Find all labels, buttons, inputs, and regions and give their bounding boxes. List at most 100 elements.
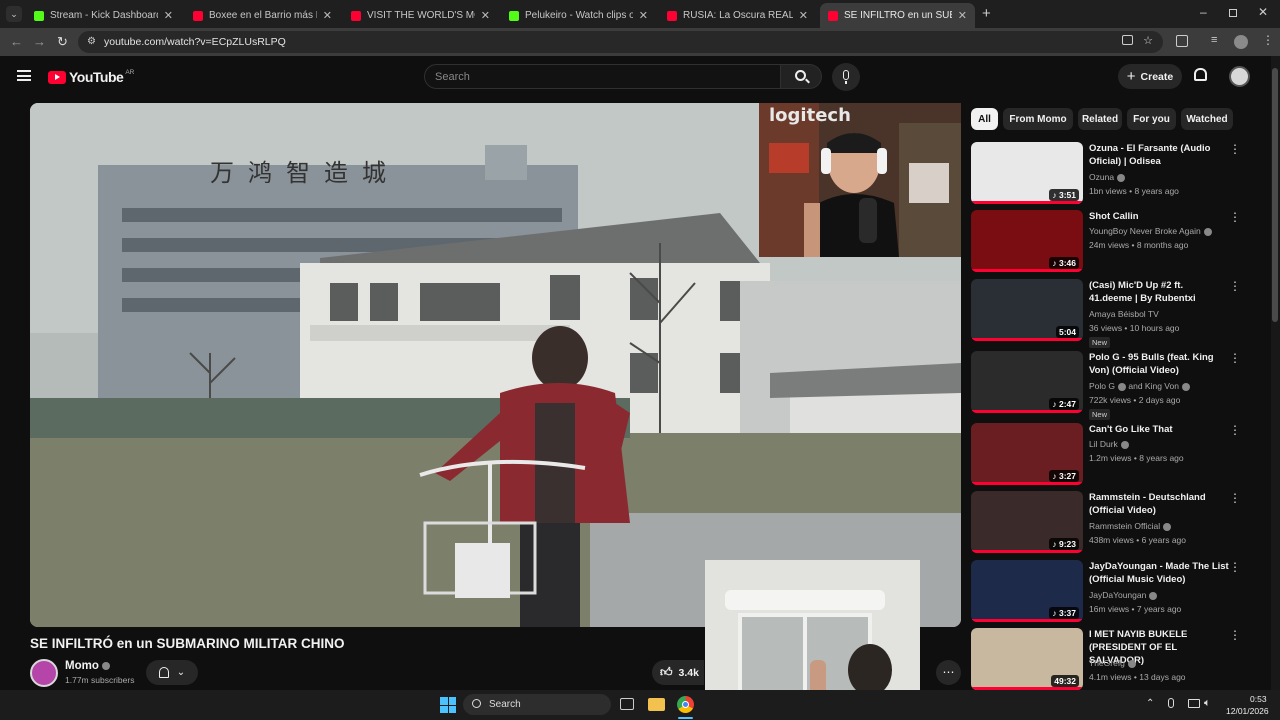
hamburger-menu-icon[interactable] — [17, 70, 31, 81]
browser-tab[interactable]: Pelukeiro - Watch clips on Kick ✕ — [501, 3, 656, 28]
filter-chip[interactable]: Related — [1078, 108, 1122, 130]
video-title[interactable]: Polo G - 95 Bulls (feat. King Von) (Offi… — [1089, 351, 1229, 377]
forward-icon[interactable]: → — [33, 34, 46, 49]
recommended-video[interactable]: 49:32 I MET NAYIB BUKELE (PRESIDENT OF EL… — [971, 628, 1251, 690]
video-title[interactable]: JayDaYoungan - Made The List (Official M… — [1089, 560, 1229, 586]
more-options-icon[interactable]: ⋮ — [1229, 491, 1241, 505]
minimize-window-icon[interactable]: – — [1200, 5, 1207, 19]
channel-name[interactable]: Rammstein Official — [1089, 521, 1172, 531]
task-view-icon[interactable] — [620, 698, 634, 710]
like-button[interactable]: 👍︎ 3.4k — [652, 660, 704, 685]
video-thumbnail[interactable]: ♪ 9:23 — [971, 491, 1083, 553]
windows-start-icon[interactable] — [440, 697, 456, 713]
more-options-icon[interactable]: ⋮ — [1229, 210, 1241, 224]
microphone-tray-icon[interactable] — [1168, 698, 1174, 708]
browser-tab[interactable]: RUSIA: La Oscura REALIDAD de ✕ — [659, 3, 816, 28]
reading-list-icon[interactable]: ≡ — [1211, 34, 1217, 46]
video-title[interactable]: Rammstein - Deutschland (Official Video) — [1089, 491, 1229, 517]
more-options-icon[interactable]: ⋮ — [1229, 628, 1241, 642]
filter-chip[interactable]: For you — [1127, 108, 1176, 130]
video-thumbnail[interactable]: ♪ 3:46 — [971, 210, 1083, 272]
bookmark-star-icon[interactable]: ☆ — [1143, 34, 1153, 47]
close-tab-icon[interactable]: ✕ — [481, 9, 490, 22]
video-title[interactable]: Shot Callin — [1089, 210, 1229, 223]
file-explorer-icon[interactable] — [648, 698, 665, 711]
channel-name[interactable]: Lil Durk — [1089, 439, 1129, 449]
video-title[interactable]: Ozuna - El Farsante (Audio Oficial) | Od… — [1089, 142, 1229, 168]
thumbs-up-icon: 👍︎ — [660, 665, 673, 679]
recommended-video[interactable]: ♪ 3:27 Can't Go Like That Lil Durk 1.2m vie… — [971, 423, 1251, 485]
more-options-icon[interactable]: ⋮ — [1229, 423, 1241, 437]
more-actions-button[interactable]: ⋯ — [936, 660, 961, 685]
show-hidden-icons-icon[interactable]: ⌃ — [1146, 698, 1154, 709]
notifications-bell-icon[interactable] — [1194, 68, 1207, 81]
filter-chip[interactable]: All — [971, 108, 998, 130]
close-window-icon[interactable]: ✕ — [1258, 5, 1268, 19]
close-tab-icon[interactable]: ✕ — [958, 9, 967, 22]
video-thumbnail[interactable]: 5:04 — [971, 279, 1083, 341]
close-tab-icon[interactable]: ✕ — [799, 9, 808, 22]
video-title[interactable]: Can't Go Like That — [1089, 423, 1229, 436]
filter-chip[interactable]: Watched — [1181, 108, 1233, 130]
youtube-logo[interactable]: YouTube AR — [48, 69, 134, 85]
new-tab-button[interactable]: + — [982, 5, 991, 22]
more-options-icon[interactable]: ⋮ — [1229, 351, 1241, 365]
taskbar-search[interactable]: Search — [463, 694, 611, 715]
browser-tab[interactable]: SE INFILTRÓ en un SUBMARINC ✕ — [820, 3, 975, 28]
account-avatar[interactable] — [1229, 66, 1250, 87]
network-icon[interactable] — [1188, 699, 1200, 708]
scrollbar-thumb[interactable] — [1272, 68, 1278, 322]
channel-avatar[interactable] — [30, 659, 58, 687]
search-input[interactable]: Search — [424, 64, 781, 89]
restore-window-icon[interactable] — [1229, 9, 1237, 17]
video-thumbnail[interactable]: 49:32 — [971, 628, 1083, 690]
subscription-bell-button[interactable]: ⌄ — [146, 660, 198, 685]
video-thumbnail[interactable]: ♪ 3:51 — [971, 142, 1083, 204]
bell-icon — [158, 667, 169, 678]
extensions-icon[interactable] — [1176, 35, 1188, 47]
video-thumbnail[interactable]: ♪ 3:27 — [971, 423, 1083, 485]
clock-time[interactable]: 0:53 — [1250, 694, 1267, 704]
video-thumbnail[interactable]: ♪ 3:37 — [971, 560, 1083, 622]
create-button[interactable]: + Create — [1118, 64, 1182, 89]
reload-icon[interactable]: ↻ — [57, 34, 68, 50]
recommended-video[interactable]: ♪ 3:46 Shot Callin YoungBoy Never Broke Ag… — [971, 210, 1251, 272]
channel-name[interactable]: JayDaYoungan — [1089, 590, 1158, 600]
volume-icon[interactable]: 🔈︎ — [1204, 697, 1211, 710]
more-options-icon[interactable]: ⋮ — [1229, 560, 1241, 574]
channel-name[interactable]: Amaya Béisbol TV — [1089, 309, 1159, 319]
chrome-icon[interactable] — [677, 696, 694, 713]
install-app-icon[interactable] — [1122, 35, 1133, 45]
address-bar[interactable]: ⚙ youtube.com/watch?v=ECpZLUsRLPQ ☆ — [78, 31, 1163, 53]
channel-name[interactable]: TheGrefg — [1089, 658, 1136, 668]
browser-tab[interactable]: Stream - Kick Dashboard ✕ — [26, 3, 181, 28]
browser-menu-icon[interactable]: ⋮ — [1262, 33, 1274, 47]
video-title[interactable]: (Casi) Mic'D Up #2 ft. 41.deeme | By Rub… — [1089, 279, 1229, 305]
video-thumbnail[interactable]: ♪ 2:47 — [971, 351, 1083, 413]
more-options-icon[interactable]: ⋮ — [1229, 142, 1241, 156]
tab-title: VISIT THE WORLD'S MOST HU — [367, 10, 475, 21]
channel-name[interactable]: Momo — [65, 660, 110, 672]
clock-date[interactable]: 12/01/2026 — [1226, 706, 1269, 716]
voice-search-button[interactable] — [832, 63, 860, 91]
channel-name[interactable]: Polo G and King Von — [1089, 381, 1190, 391]
close-tab-icon[interactable]: ✕ — [639, 9, 648, 22]
recommended-video[interactable]: ♪ 2:47 Polo G - 95 Bulls (feat. King Von)… — [971, 351, 1251, 420]
browser-tab[interactable]: Boxee en el Barrio más Peligros ✕ — [185, 3, 340, 28]
close-tab-icon[interactable]: ✕ — [323, 9, 332, 22]
recommended-video[interactable]: ♪ 9:23 Rammstein - Deutschland (Official … — [971, 491, 1251, 553]
search-button[interactable] — [781, 64, 822, 89]
recommended-video[interactable]: ♪ 3:37 JayDaYoungan - Made The List (Offi… — [971, 560, 1251, 622]
filter-chip[interactable]: From Momo — [1003, 108, 1073, 130]
back-icon[interactable]: ← — [10, 34, 23, 49]
recommended-video[interactable]: ♪ 3:51 Ozuna - El Farsante (Audio Oficial… — [971, 142, 1251, 204]
close-tab-icon[interactable]: ✕ — [164, 9, 173, 22]
tab-list-dropdown-icon[interactable]: ⌄ — [6, 6, 22, 22]
site-info-icon[interactable]: ⚙ — [87, 36, 96, 47]
recommended-video[interactable]: 5:04 (Casi) Mic'D Up #2 ft. 41.deeme | By… — [971, 279, 1251, 348]
browser-tab[interactable]: VISIT THE WORLD'S MOST HU ✕ — [343, 3, 498, 28]
channel-name[interactable]: YoungBoy Never Broke Again — [1089, 226, 1212, 236]
channel-name[interactable]: Ozuna — [1089, 172, 1126, 182]
profile-avatar[interactable] — [1234, 35, 1248, 49]
more-options-icon[interactable]: ⋮ — [1229, 279, 1241, 293]
